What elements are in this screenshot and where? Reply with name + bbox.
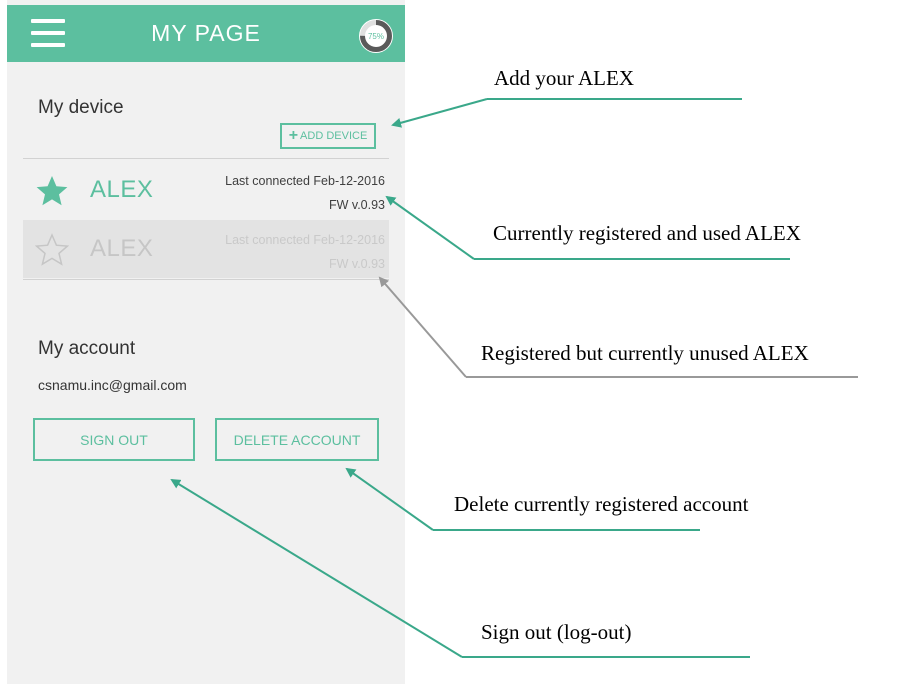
add-device-label: ADD DEVICE xyxy=(300,130,368,142)
firmware-version: FW v.0.93 xyxy=(328,198,385,212)
annotation-add-alex: Add your ALEX xyxy=(494,66,634,90)
star-filled-icon xyxy=(36,176,68,206)
plus-icon: + xyxy=(288,127,299,144)
device-row-active[interactable]: ALEX Last connected Feb-12-2016 FW v.0.9… xyxy=(23,161,389,219)
arrow-add-alex xyxy=(391,98,742,128)
annotation-sign-out: Sign out (log-out) xyxy=(481,620,632,644)
delete-account-button[interactable]: DELETE ACCOUNT xyxy=(215,418,379,461)
annotation-current-alex: Currently registered and used ALEX xyxy=(493,221,801,245)
annotation-unused-alex: Registered but currently unused ALEX xyxy=(481,341,809,365)
page-title: MY PAGE xyxy=(151,20,261,46)
progress-ring-icon: 75% xyxy=(359,19,393,53)
add-device-button[interactable]: + ADD DEVICE xyxy=(280,123,376,149)
app-header: MY PAGE 75% xyxy=(7,5,405,62)
device-row-inactive[interactable]: ALEX Last connected Feb-12-2016 FW v.0.9… xyxy=(23,220,389,278)
star-outline-icon xyxy=(35,233,69,266)
account-email: csnamu.inc@gmail.com xyxy=(38,377,187,393)
last-connected: Last connected Feb-12-2016 xyxy=(225,233,385,247)
divider xyxy=(23,158,389,159)
divider xyxy=(23,279,389,280)
my-device-title: My device xyxy=(38,97,124,118)
device-name: ALEX xyxy=(90,235,154,262)
firmware-version: FW v.0.93 xyxy=(328,257,385,271)
annotation-delete-account: Delete currently registered account xyxy=(454,492,749,516)
phone-screen: MY PAGE 75% My device + ADD DEVICE ALEX … xyxy=(7,0,405,684)
device-name: ALEX xyxy=(90,176,154,203)
progress-label: 75% xyxy=(368,32,384,41)
sign-out-button[interactable]: SIGN OUT xyxy=(33,418,195,461)
last-connected: Last connected Feb-12-2016 xyxy=(225,174,385,188)
my-account-title: My account xyxy=(38,338,136,359)
